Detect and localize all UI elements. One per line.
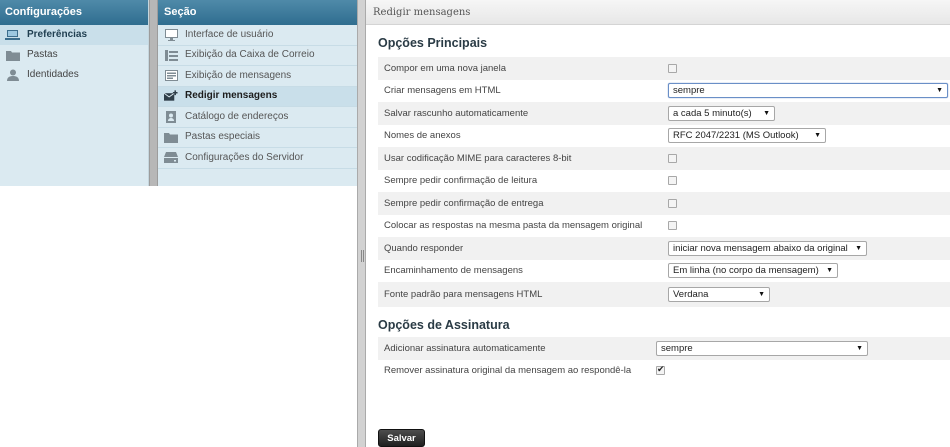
option-label: Nomes de anexos bbox=[384, 130, 461, 142]
forwarding-select[interactable]: Em linha (no corpo da mensagem) ▼ bbox=[668, 263, 838, 279]
monitor-icon bbox=[164, 28, 178, 41]
option-label: Encaminhamento de mensagens bbox=[384, 265, 523, 277]
chevron-down-icon: ▼ bbox=[936, 87, 943, 95]
attachment-names-select[interactable]: RFC 2047/2231 (MS Outlook) ▼ bbox=[668, 128, 826, 144]
option-row-mime-8bit: Usar codificação MIME para caracteres 8-… bbox=[378, 147, 950, 170]
option-label: Fonte padrão para mensagens HTML bbox=[384, 289, 543, 300]
option-row-draft-autosave: Salvar rascunho automaticamente a cada 5… bbox=[378, 102, 950, 125]
option-row-reply-same-folder: Colocar as respostas na mesma pasta da m… bbox=[378, 215, 950, 238]
delivery-receipt-checkbox[interactable] bbox=[668, 198, 677, 208]
select-value: iniciar nova mensagem abaixo da original bbox=[673, 242, 848, 254]
option-row-forwarding: Encaminhamento de mensagens Em linha (no… bbox=[378, 260, 950, 283]
strip-signature-checkbox[interactable] bbox=[656, 364, 665, 376]
main-options-table: Compor em uma nova janela Criar mensagen… bbox=[378, 57, 950, 307]
select-value: RFC 2047/2231 (MS Outlook) bbox=[673, 130, 799, 142]
option-label: Remover assinatura original da mensagem … bbox=[384, 365, 632, 377]
panel-title: Redigir mensagens bbox=[366, 0, 950, 25]
chevron-down-icon: ▼ bbox=[758, 291, 765, 298]
save-button[interactable]: Salvar bbox=[378, 429, 425, 447]
section-item-user-interface[interactable]: Interface de usuário bbox=[158, 25, 357, 46]
option-label: Criar mensagens em HTML bbox=[384, 85, 501, 97]
section-item-mailbox-view[interactable]: Exibição da Caixa de Correio bbox=[158, 46, 357, 66]
chevron-down-icon: ▼ bbox=[826, 267, 833, 275]
section-item-label: Pastas especiais bbox=[185, 131, 261, 143]
category-item-preferences[interactable]: Preferências bbox=[0, 25, 148, 45]
html-compose-select[interactable]: sempre ▼ bbox=[668, 83, 948, 99]
server-icon bbox=[164, 152, 178, 164]
chevron-down-icon: ▼ bbox=[856, 344, 863, 352]
section-title: Seção bbox=[158, 0, 357, 25]
auto-signature-select[interactable]: sempre ▼ bbox=[656, 340, 868, 356]
option-row-auto-signature: Adicionar assinatura automaticamente sem… bbox=[378, 337, 950, 360]
option-label: Adicionar assinatura automaticamente bbox=[384, 342, 546, 354]
compose-icon bbox=[164, 90, 178, 102]
message-view-icon bbox=[164, 70, 178, 82]
option-row-reply-mode: Quando responder iniciar nova mensagem a… bbox=[378, 237, 950, 260]
signature-options-table: Adicionar assinatura automaticamente sem… bbox=[378, 337, 950, 382]
folder-icon bbox=[164, 131, 178, 143]
section-item-special-folders[interactable]: Pastas especiais bbox=[158, 128, 357, 148]
category-item-identities[interactable]: Identidades bbox=[0, 65, 148, 85]
select-value: Em linha (no corpo da mensagem) bbox=[673, 265, 819, 277]
read-receipt-checkbox[interactable] bbox=[668, 176, 677, 186]
option-label: Salvar rascunho automaticamente bbox=[384, 107, 529, 119]
category-item-label: Preferências bbox=[27, 29, 88, 40]
section-item-label: Exibição da Caixa de Correio bbox=[185, 49, 315, 61]
mime-8bit-checkbox[interactable] bbox=[668, 153, 677, 163]
chevron-down-icon: ▼ bbox=[763, 109, 770, 117]
main-options-title: Opções Principais bbox=[378, 36, 488, 50]
section-item-label: Catálogo de endereços bbox=[185, 110, 289, 122]
category-item-label: Pastas bbox=[27, 49, 58, 60]
reply-same-folder-checkbox[interactable] bbox=[668, 221, 677, 231]
option-row-read-receipt: Sempre pedir confirmação de leitura bbox=[378, 170, 950, 193]
mailbox-view-icon bbox=[164, 49, 178, 61]
option-row-attachment-names: Nomes de anexos RFC 2047/2231 (MS Outloo… bbox=[378, 125, 950, 148]
draft-autosave-select[interactable]: a cada 5 minuto(s) ▼ bbox=[668, 105, 775, 121]
select-value: sempre bbox=[673, 85, 705, 97]
section-item-compose[interactable]: Redigir mensagens bbox=[158, 86, 357, 107]
option-row-strip-signature: Remover assinatura original da mensagem … bbox=[378, 360, 950, 383]
new-window-checkbox[interactable] bbox=[668, 63, 677, 73]
select-value: Verdana bbox=[673, 289, 709, 300]
option-row-html-font: Fonte padrão para mensagens HTML Verdana… bbox=[378, 282, 950, 307]
signature-options-title: Opções de Assinatura bbox=[378, 318, 510, 332]
section-item-label: Configurações do Servidor bbox=[185, 151, 304, 163]
folder-icon bbox=[5, 49, 20, 61]
option-label: Quando responder bbox=[384, 242, 464, 254]
option-row-html: Criar mensagens em HTML sempre ▼ bbox=[378, 80, 950, 103]
option-row-new-window: Compor em uma nova janela bbox=[378, 57, 950, 80]
chevron-down-icon: ▼ bbox=[814, 132, 821, 140]
section-item-server-settings[interactable]: Configurações do Servidor bbox=[158, 148, 357, 169]
chevron-down-icon: ▼ bbox=[855, 244, 862, 252]
option-label: Colocar as respostas na mesma pasta da m… bbox=[384, 220, 643, 232]
option-label: Sempre pedir confirmação de leitura bbox=[384, 175, 538, 187]
section-item-address-book[interactable]: Catálogo de endereços bbox=[158, 107, 357, 128]
select-value: a cada 5 minuto(s) bbox=[673, 107, 752, 119]
option-label: Sempre pedir confirmação de entrega bbox=[384, 197, 544, 209]
section-panel: Seção Interface de usuário Exibição da C… bbox=[158, 0, 357, 186]
user-icon bbox=[5, 69, 20, 81]
reply-mode-select[interactable]: iniciar nova mensagem abaixo da original… bbox=[668, 240, 867, 256]
category-item-folders[interactable]: Pastas bbox=[0, 45, 148, 65]
address-book-icon bbox=[164, 110, 178, 123]
compose-settings-panel: Redigir mensagens Opções Principais Comp… bbox=[366, 0, 950, 447]
option-label: Compor em uma nova janela bbox=[384, 62, 506, 74]
option-label: Usar codificação MIME para caracteres 8-… bbox=[384, 152, 572, 164]
html-font-select[interactable]: Verdana ▼ bbox=[668, 287, 770, 302]
select-value: sempre bbox=[661, 342, 693, 354]
option-row-delivery-receipt: Sempre pedir confirmação de entrega bbox=[378, 192, 950, 215]
section-item-label: Interface de usuário bbox=[185, 28, 274, 40]
panel-splitter[interactable] bbox=[149, 0, 158, 186]
settings-categories-title: Configurações bbox=[0, 0, 148, 25]
laptop-icon bbox=[5, 29, 20, 41]
section-item-message-view[interactable]: Exibição de mensagens bbox=[158, 66, 357, 87]
splitter-grip-icon[interactable] bbox=[361, 250, 364, 262]
settings-categories-panel: Configurações Preferências Pastas Identi… bbox=[0, 0, 149, 186]
section-item-label: Redigir mensagens bbox=[185, 90, 278, 102]
panel-splitter[interactable] bbox=[357, 0, 366, 447]
category-item-label: Identidades bbox=[27, 69, 79, 80]
section-item-label: Exibição de mensagens bbox=[185, 69, 292, 81]
